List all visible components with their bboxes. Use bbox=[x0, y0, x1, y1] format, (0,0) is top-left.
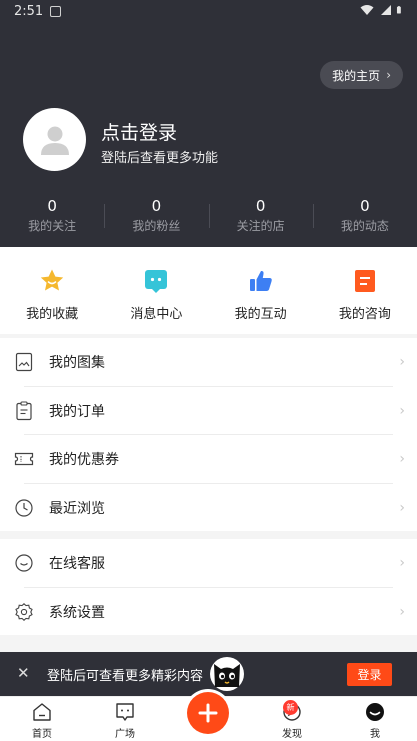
menu-label: 最近浏览 bbox=[49, 500, 105, 517]
tab-home[interactable]: 首页 bbox=[12, 701, 72, 740]
stat-activities[interactable]: 0 我的动态 bbox=[312, 196, 417, 236]
tab-plaza[interactable]: 广场 bbox=[95, 701, 155, 740]
message-icon bbox=[143, 268, 169, 294]
chevron-right-icon: › bbox=[399, 354, 405, 371]
tab-label: 广场 bbox=[115, 729, 135, 740]
stat-followers[interactable]: 0 我的粉丝 bbox=[104, 196, 208, 236]
tab-label: 首页 bbox=[32, 729, 52, 740]
my-homepage-label: 我的主页 bbox=[332, 68, 381, 83]
login-button[interactable]: 登录 bbox=[347, 663, 392, 686]
stat-value: 0 bbox=[47, 197, 57, 215]
stat-followed-shops[interactable]: 0 关注的店 bbox=[208, 196, 313, 236]
stats-row: 0 我的关注 0 我的粉丝 0 关注的店 0 我的动态 bbox=[0, 196, 417, 236]
status-icons bbox=[360, 4, 405, 16]
quick-label: 我的收藏 bbox=[26, 307, 79, 322]
menu-label: 我的订单 bbox=[49, 403, 105, 420]
wifi-icon bbox=[360, 5, 374, 15]
login-subtitle: 登陆后查看更多功能 bbox=[101, 151, 219, 166]
home-icon bbox=[33, 703, 51, 721]
chevron-right-icon: › bbox=[386, 68, 391, 82]
login-banner-text: 登陆后可查看更多精彩内容 bbox=[47, 669, 204, 684]
clipboard-icon bbox=[16, 401, 32, 420]
battery-icon bbox=[396, 6, 401, 14]
user-placeholder-icon bbox=[40, 126, 69, 155]
status-bar: 2:51 bbox=[0, 0, 417, 24]
chevron-right-icon: › bbox=[399, 603, 405, 620]
status-time: 2:51 bbox=[14, 4, 44, 19]
new-badge: 新 bbox=[283, 700, 298, 715]
chat-bubble-icon bbox=[15, 554, 33, 572]
gear-icon bbox=[15, 602, 33, 621]
square-chat-icon bbox=[116, 703, 134, 721]
coupon-icon bbox=[14, 453, 34, 466]
quick-label: 我的互动 bbox=[234, 307, 287, 322]
profile-header: 2:51 我的主页 › 点击登录 登陆后查看更多功能 0 我的关注 0 我的粉丝… bbox=[0, 0, 417, 247]
stat-label: 我的粉丝 bbox=[132, 219, 181, 233]
stat-value: 0 bbox=[255, 197, 266, 215]
my-homepage-button[interactable]: 我的主页 › bbox=[320, 61, 403, 89]
quick-message-center[interactable]: 消息中心 bbox=[104, 247, 208, 334]
album-icon bbox=[15, 353, 33, 372]
login-title[interactable]: 点击登录 bbox=[101, 118, 177, 145]
profile-screen: 2:51 我的主页 › 点击登录 登陆后查看更多功能 0 我的关注 0 我的粉丝… bbox=[0, 0, 417, 741]
tab-label: 我 bbox=[370, 729, 380, 740]
quick-label: 消息中心 bbox=[130, 307, 183, 322]
profile-icon bbox=[366, 703, 384, 721]
cat-mascot-icon bbox=[210, 657, 244, 691]
quick-interactions[interactable]: 我的互动 bbox=[209, 247, 313, 334]
quick-consultations[interactable]: 我的咨询 bbox=[313, 247, 417, 334]
chevron-right-icon: › bbox=[399, 555, 405, 572]
menu-label: 在线客服 bbox=[49, 556, 105, 573]
create-post-button[interactable] bbox=[187, 692, 229, 734]
star-icon bbox=[39, 268, 65, 294]
menu-group-primary: 我的图集 › 我的订单 › 我的优惠券 › 最近浏览 › bbox=[0, 338, 417, 531]
stat-value: 0 bbox=[360, 197, 370, 215]
stat-label: 我的动态 bbox=[340, 219, 389, 233]
stat-label: 关注的店 bbox=[236, 219, 285, 233]
chevron-right-icon: › bbox=[399, 451, 405, 468]
plus-icon bbox=[198, 703, 218, 723]
quick-actions: 我的收藏 消息中心 我的互动 我的咨询 bbox=[0, 247, 417, 334]
signal-icon bbox=[381, 5, 391, 15]
menu-item-coupons[interactable]: 我的优惠券 › bbox=[0, 435, 417, 484]
chevron-right-icon: › bbox=[399, 499, 405, 516]
menu-label: 系统设置 bbox=[49, 604, 105, 621]
thumbs-up-icon bbox=[248, 268, 274, 294]
chevron-right-icon: › bbox=[399, 402, 405, 419]
stat-value: 0 bbox=[151, 197, 162, 215]
quick-label: 我的咨询 bbox=[338, 307, 391, 322]
avatar[interactable] bbox=[23, 108, 86, 171]
menu-item-customer-service[interactable]: 在线客服 › bbox=[0, 539, 417, 588]
stat-following[interactable]: 0 我的关注 bbox=[0, 196, 104, 236]
menu-label: 我的图集 bbox=[49, 355, 105, 372]
notification-icon bbox=[50, 6, 61, 17]
menu-item-album[interactable]: 我的图集 › bbox=[0, 338, 417, 387]
stat-label: 我的关注 bbox=[28, 219, 77, 233]
consult-icon bbox=[352, 268, 378, 294]
menu-item-recent[interactable]: 最近浏览 › bbox=[0, 484, 417, 533]
menu-item-settings[interactable]: 系统设置 › bbox=[0, 588, 417, 637]
quick-favorites[interactable]: 我的收藏 bbox=[0, 247, 104, 334]
menu-item-orders[interactable]: 我的订单 › bbox=[0, 387, 417, 435]
menu-group-secondary: 在线客服 › 系统设置 › bbox=[0, 539, 417, 635]
tab-label: 发现 bbox=[282, 729, 302, 740]
close-icon[interactable]: ✕ bbox=[17, 664, 30, 682]
clock-icon bbox=[15, 499, 33, 517]
menu-label: 我的优惠券 bbox=[49, 452, 119, 469]
tab-me[interactable]: 我 bbox=[345, 701, 405, 740]
